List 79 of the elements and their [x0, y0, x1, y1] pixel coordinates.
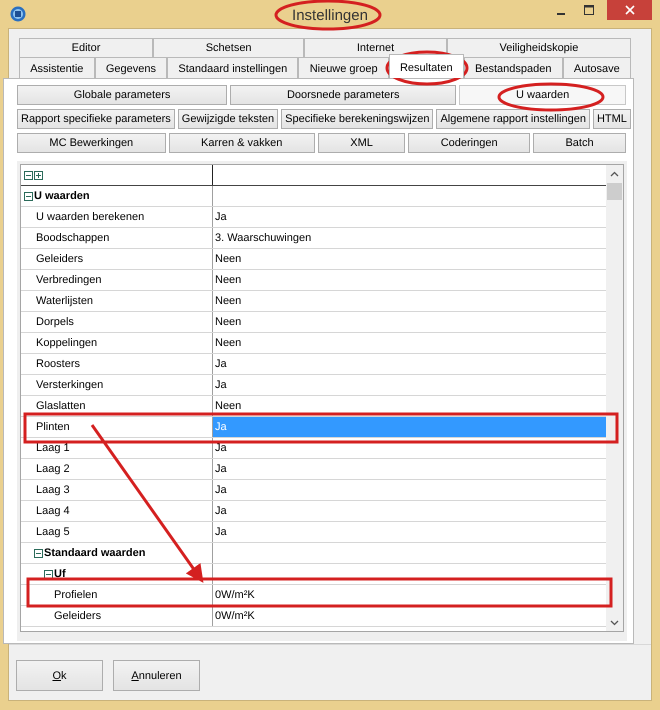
property-name[interactable]: Plinten [24, 421, 70, 433]
property-name[interactable]: Dorpels [24, 316, 74, 328]
property-name[interactable]: Laag 4 [24, 505, 70, 517]
property-value[interactable]: Ja [213, 501, 606, 521]
dialog-button[interactable]: Annuleren [113, 660, 200, 691]
property-value[interactable]: Ja [213, 438, 606, 458]
property-name[interactable]: Roosters [24, 358, 80, 370]
section-button[interactable]: Gewijzigde teksten [178, 109, 278, 129]
property-value[interactable]: Ja [213, 480, 606, 500]
section-button[interactable]: HTML [592, 109, 631, 129]
section-button[interactable]: Rapport specifieke parameters [17, 109, 175, 129]
scroll-up-icon[interactable] [610, 171, 619, 177]
window-title: Instellingen [292, 7, 368, 24]
property-name[interactable]: Verbredingen [24, 274, 102, 286]
collapse-icon[interactable] [34, 548, 43, 558]
section-button[interactable]: Algemene rapport instellingen [436, 109, 590, 129]
property-value[interactable]: 0W/m²K [213, 585, 606, 605]
section-button[interactable]: Globale parameters [17, 85, 228, 105]
collapse-icon[interactable] [44, 570, 53, 578]
collapse-all-icon[interactable] [24, 170, 33, 180]
tab[interactable]: Internet [304, 38, 447, 57]
property-name[interactable]: Versterkingen [24, 379, 104, 391]
collapse-icon[interactable] [24, 192, 33, 200]
scroll-thumb[interactable] [607, 183, 622, 200]
tab[interactable]: Bestandspaden [464, 57, 563, 78]
section-button[interactable]: U waarden [459, 85, 626, 105]
scrollbar[interactable] [606, 165, 623, 631]
property-value[interactable]: Neen [213, 396, 606, 416]
section-button[interactable]: MC Bewerkingen [17, 133, 166, 153]
tab[interactable]: Gegevens [94, 57, 168, 78]
property-value[interactable]: Ja [213, 207, 606, 227]
app-icon [10, 6, 26, 22]
property-name[interactable]: Geleiders [24, 610, 102, 622]
property-value[interactable]: Neen [213, 312, 606, 332]
tab[interactable]: Veiligheidskopie [446, 38, 632, 57]
tab[interactable]: Assistentie [19, 57, 95, 78]
section-button[interactable]: Specifieke berekeningswijzen [281, 109, 434, 129]
property-name[interactable]: Profielen [24, 589, 98, 601]
group-label[interactable]: U waarden [34, 190, 90, 202]
section-button[interactable]: Coderingen [408, 133, 530, 153]
tab[interactable]: Standaard instellingen [167, 57, 298, 78]
dialog-button[interactable]: Ok [16, 660, 103, 691]
property-name[interactable]: Laag 5 [24, 526, 70, 538]
property-name[interactable]: Boodschappen [24, 232, 110, 244]
scroll-down-icon[interactable] [610, 620, 619, 626]
property-value[interactable]: Neen [213, 333, 606, 353]
maximize-icon [584, 5, 594, 15]
property-name[interactable]: Laag 3 [24, 484, 70, 496]
close-button[interactable] [607, 0, 652, 20]
section-button[interactable]: Batch [533, 133, 626, 153]
tab[interactable]: Resultaten [388, 54, 464, 78]
property-value[interactable]: Ja [213, 375, 606, 395]
property-value[interactable]: Ja [213, 459, 606, 479]
minimize-icon [557, 12, 565, 14]
property-value[interactable]: Ja [213, 522, 606, 542]
property-name[interactable]: Laag 1 [24, 442, 70, 454]
property-value[interactable]: Neen [213, 249, 606, 269]
property-name[interactable]: Laag 2 [24, 463, 70, 475]
section-button[interactable]: Doorsnede parameters [230, 85, 456, 105]
property-name[interactable]: Waterlijsten [24, 295, 94, 307]
property-value[interactable]: Neen [213, 270, 606, 290]
property-value[interactable]: Neen [213, 291, 606, 311]
property-name[interactable]: Geleiders [24, 253, 84, 265]
group-label[interactable]: Standaard waarden [44, 547, 146, 559]
property-name[interactable]: Koppelingen [24, 337, 98, 349]
tab[interactable]: Editor [19, 38, 154, 57]
tab[interactable]: Schetsen [153, 38, 304, 57]
group-label[interactable]: Uf [54, 568, 66, 580]
section-button[interactable]: Karren & vakken [168, 133, 315, 153]
property-value[interactable]: Ja [213, 354, 606, 374]
close-icon [624, 5, 634, 15]
section-button[interactable]: XML [318, 133, 406, 153]
property-name[interactable]: Glaslatten [24, 400, 86, 412]
expand-all-icon[interactable] [34, 170, 43, 180]
property-value[interactable]: 0W/m²K [213, 606, 606, 626]
property-value[interactable]: 3. Waarschuwingen [213, 228, 606, 248]
tab[interactable]: Autosave [562, 57, 631, 78]
tab[interactable]: Nieuwe groep [298, 57, 389, 78]
property-name[interactable]: U waarden berekenen [24, 211, 144, 223]
